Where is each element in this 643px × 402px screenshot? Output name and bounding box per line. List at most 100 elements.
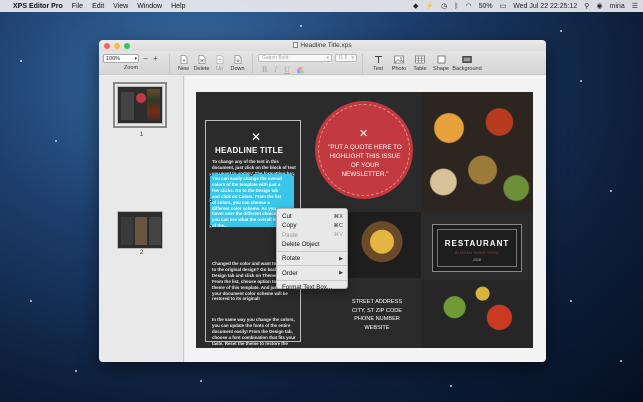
move-up-button[interactable]: Up — [211, 54, 228, 72]
resize-handle[interactable] — [250, 173, 253, 176]
context-menu-format-text-box[interactable]: Format Text Box... — [277, 283, 347, 292]
insert-shape-button[interactable]: Shape — [431, 54, 451, 72]
context-menu-paste[interactable]: Paste ⌘V — [277, 231, 347, 240]
address-city: CITY, ST ZIP CODE — [351, 307, 403, 314]
context-menu-rotate[interactable]: Rotate ▶ — [277, 254, 347, 263]
submenu-arrow-icon: ▶ — [339, 270, 343, 277]
font-name-select[interactable]: Gabon Bold ▾ — [258, 54, 332, 62]
zoom-out-button[interactable]: – — [142, 54, 149, 63]
clock-icon[interactable]: ◷ — [441, 2, 447, 10]
background-button[interactable]: Background — [452, 54, 482, 72]
insert-table-button[interactable]: Table — [410, 54, 430, 72]
new-label: New — [177, 66, 189, 72]
photo-label: Photo — [391, 66, 407, 72]
zoom-control: 100% ▾ – + Zoom — [103, 54, 159, 71]
window-title: Headline Title.xps — [99, 42, 546, 49]
toolbar-divider — [169, 54, 170, 74]
siri-icon[interactable]: ◉ — [596, 2, 602, 10]
page-up-icon — [215, 54, 225, 64]
dropbox-icon[interactable]: ◆ — [413, 2, 418, 10]
body-paragraph-4[interactable]: In the same way you change the colors, y… — [212, 317, 298, 352]
resize-handle[interactable] — [209, 199, 212, 202]
menu-app-name[interactable]: XPS Editor Pro — [13, 3, 63, 10]
menu-file[interactable]: File — [72, 3, 83, 10]
context-menu-delete-object[interactable]: Delete Object — [277, 240, 347, 249]
search-icon[interactable]: ⚲ — [584, 2, 589, 10]
insert-photo-button[interactable]: Photo — [389, 54, 409, 72]
resize-handle[interactable] — [209, 173, 212, 176]
battery-percent: 50% — [478, 2, 493, 10]
toolbar: 100% ▾ – + Zoom New Delete Up Down Gabon… — [99, 51, 546, 75]
address-phone: PHONE NUMBER — [354, 316, 400, 322]
restaurant-logo-card[interactable]: RESTAURANT SLOGAN GOES HERE 2018 — [432, 224, 522, 272]
background-icon — [462, 54, 472, 64]
font-size-select[interactable]: 11.5 ▾ — [335, 54, 357, 62]
table-icon — [415, 54, 425, 64]
delete-page-icon — [197, 54, 207, 64]
lightning-icon[interactable]: ⚡ — [425, 2, 434, 10]
down-label: Down — [230, 66, 245, 72]
context-menu-cut[interactable]: Cut ⌘X — [277, 212, 347, 221]
dish-photo[interactable] — [343, 212, 421, 278]
bold-button[interactable]: B — [262, 65, 267, 74]
notification-center-icon[interactable]: ☰ — [632, 2, 638, 10]
title-bar[interactable]: Headline Title.xps — [99, 40, 546, 51]
quote-circle[interactable]: ✕ "PUT A QUOTE HERE TO HIGHLIGHT THIS IS… — [318, 104, 410, 196]
submenu-arrow-icon: ▶ — [339, 255, 343, 262]
shape-icon — [436, 54, 446, 64]
italic-button[interactable]: I — [274, 65, 277, 74]
color-wheel-icon[interactable] — [296, 67, 304, 74]
move-down-button[interactable]: Down — [229, 54, 246, 72]
app-window: Headline Title.xps 100% ▾ – + Zoom New De… — [99, 40, 546, 362]
window-title-text: Headline Title.xps — [300, 42, 352, 49]
page-thumbnail-2[interactable] — [117, 211, 163, 249]
toolbar-divider — [362, 54, 363, 74]
document-canvas[interactable]: ✕ HEADLINE TITLE To change any of the te… — [185, 76, 546, 362]
menu-help[interactable]: Help — [171, 3, 185, 10]
photo-icon — [394, 54, 404, 64]
spices-photo[interactable] — [421, 92, 533, 212]
bluetooth-icon[interactable]: ᛒ — [454, 3, 458, 10]
document-icon — [293, 42, 299, 48]
page-number-1: 1 — [139, 132, 144, 138]
context-menu: Cut ⌘X Copy ⌘C Paste ⌘V Delete Object Rotat… — [276, 208, 348, 292]
page-sidebar: 1 2 — [99, 76, 184, 362]
font-controls: Gabon Bold ▾ 11.5 ▾ B I U — [258, 54, 357, 74]
user-name[interactable]: miria — [610, 3, 625, 10]
resize-handle[interactable] — [209, 225, 212, 228]
chevron-down-icon: ▾ — [326, 55, 329, 61]
context-menu-order[interactable]: Order ▶ — [277, 268, 347, 277]
selected-paragraph[interactable]: You can easily change the overall colors… — [212, 176, 282, 229]
restaurant-slogan: SLOGAN GOES HERE — [454, 251, 500, 255]
underline-button[interactable]: U — [284, 65, 290, 74]
utensils-icon: ✕ — [251, 130, 262, 144]
document-page[interactable]: ✕ HEADLINE TITLE To change any of the te… — [196, 92, 533, 352]
clock-text[interactable]: Wed Jul 22 22:25:12 — [513, 3, 577, 10]
table-label: Table — [413, 66, 427, 72]
quote-text[interactable]: "PUT A QUOTE HERE TO HIGHLIGHT THIS ISSU… — [327, 143, 403, 179]
menu-bar: XPS Editor Pro File Edit View Window Hel… — [0, 0, 643, 12]
resize-handle[interactable] — [292, 173, 295, 176]
restaurant-est: 2018 — [473, 258, 481, 262]
up-label: Up — [215, 66, 224, 72]
page-thumbnail-1[interactable] — [113, 82, 167, 128]
herbs-photo[interactable] — [421, 280, 533, 348]
background-label: Background — [452, 66, 482, 72]
zoom-select[interactable]: 100% ▾ — [103, 54, 139, 63]
zoom-in-button[interactable]: + — [152, 54, 159, 63]
headline-title[interactable]: HEADLINE TITLE — [215, 146, 283, 155]
wifi-icon[interactable]: ◠ — [465, 2, 471, 10]
chevron-down-icon: ▾ — [351, 55, 354, 61]
menu-window[interactable]: Window — [137, 3, 162, 10]
new-page-button[interactable]: New — [175, 54, 192, 72]
battery-icon[interactable]: ▭ — [500, 2, 507, 10]
new-page-icon — [179, 54, 189, 64]
insert-text-button[interactable]: Text — [368, 54, 388, 72]
delete-page-button[interactable]: Delete — [193, 54, 210, 72]
context-menu-copy[interactable]: Copy ⌘C — [277, 221, 347, 230]
menu-edit[interactable]: Edit — [92, 3, 104, 10]
text-label: Text — [372, 66, 384, 72]
restaurant-title: RESTAURANT — [444, 239, 510, 248]
menu-view[interactable]: View — [113, 3, 128, 10]
address-block[interactable]: STREET ADDRESS CITY, ST ZIP CODE PHONE N… — [337, 298, 417, 332]
